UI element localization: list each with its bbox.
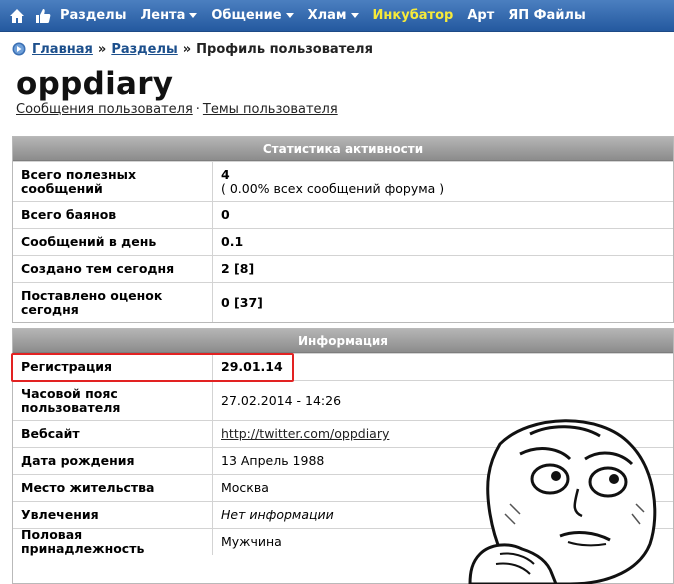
table-row: Регистрация 29.01.14	[13, 353, 673, 380]
row-value: 4 ( 0.00% всех сообщений форума )	[221, 166, 445, 196]
row-value: 0.1	[221, 234, 244, 249]
row-label: Дата рождения	[13, 448, 213, 474]
row-label: Половая принадлежность	[13, 528, 213, 556]
breadcrumb-arrow-icon	[12, 42, 26, 56]
user-topics-link[interactable]: Темы пользователя	[203, 102, 338, 117]
row-label: Создано тем сегодня	[13, 256, 213, 282]
row-label: Часовой пояс пользователя	[13, 381, 213, 420]
nav-item-feed[interactable]: Лента	[140, 8, 198, 23]
user-links: Сообщения пользователя · Темы пользователя	[16, 102, 338, 117]
nav-item-sections[interactable]: Разделы	[60, 8, 126, 23]
row-label: Поставлено оценок сегодня	[13, 283, 213, 322]
row-value: 2 [8]	[221, 261, 255, 276]
table-row: Сообщений в день 0.1	[13, 228, 673, 255]
row-label: Увлечения	[13, 502, 213, 528]
breadcrumb-separator: »	[97, 41, 107, 57]
table-row: Поставлено оценок сегодня 0 [37]	[13, 282, 673, 322]
chevron-down-icon	[350, 13, 359, 18]
nav-item-incubator[interactable]: Инкубатор	[373, 8, 454, 23]
nav-item-communication[interactable]: Общение	[211, 8, 294, 23]
table-row: Создано тем сегодня 2 [8]	[13, 255, 673, 282]
thumbs-up-icon[interactable]	[34, 7, 52, 25]
user-messages-link[interactable]: Сообщения пользователя	[16, 102, 193, 117]
row-label: Всего баянов	[13, 202, 213, 228]
row-label: Регистрация	[13, 354, 213, 380]
breadcrumb-separator: »	[182, 41, 192, 57]
breadcrumb-sections-link[interactable]: Разделы	[111, 42, 177, 57]
chevron-down-icon	[285, 13, 294, 18]
row-label: Вебсайт	[13, 421, 213, 447]
home-icon[interactable]	[8, 7, 26, 25]
top-nav: Разделы Лента Общение Хлам Инкубатор Арт…	[0, 0, 674, 32]
nav-item-junk[interactable]: Хлам	[308, 8, 359, 23]
nav-item-art[interactable]: Арт	[467, 8, 494, 23]
breadcrumb-home-link[interactable]: Главная	[32, 42, 93, 57]
row-value: 0	[221, 207, 230, 222]
table-header: Статистика активности	[13, 137, 673, 161]
row-value: 0 [37]	[221, 294, 263, 310]
chevron-down-icon	[189, 13, 198, 18]
thinking-meme-face-image	[468, 419, 657, 584]
row-label: Место жительства	[13, 475, 213, 501]
table-row: Всего полезных сообщений 4 ( 0.00% всех …	[13, 161, 673, 201]
registration-date: 29.01.14	[221, 359, 283, 374]
activity-stats-table: Статистика активности Всего полезных соо…	[12, 136, 674, 323]
breadcrumb: Главная » Разделы » Профиль пользователя	[12, 40, 373, 58]
table-row: Всего баянов 0	[13, 201, 673, 228]
nav-item-files[interactable]: ЯП Файлы	[508, 8, 585, 23]
row-label: Сообщений в день	[13, 229, 213, 255]
table-header: Информация	[13, 329, 673, 353]
page-title: oppdiary	[16, 66, 174, 102]
row-label: Всего полезных сообщений	[13, 162, 213, 201]
breadcrumb-current: Профиль пользователя	[196, 41, 373, 57]
